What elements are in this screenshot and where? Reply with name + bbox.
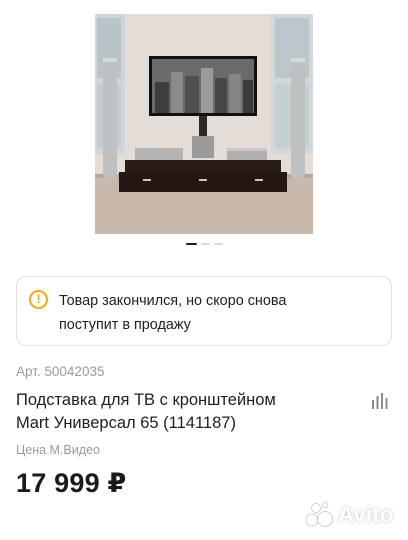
product-price: 17 999 ₽	[16, 468, 127, 498]
avito-watermark: Avito	[303, 498, 399, 532]
out-of-stock-notice: ! Товар закончился, но скоро снова посту…	[16, 276, 392, 346]
notice-text-line-1: Товар закончился, но скоро снова	[59, 293, 287, 309]
notice-text: Товар закончился, но скоро снова поступи…	[59, 289, 286, 337]
avito-logo-icon	[305, 501, 333, 527]
product-title: Подставка для ТВ с кронштейном Mart Унив…	[16, 389, 336, 435]
product-title-line-2: Mart Универсал 65 (1141187)	[16, 414, 236, 432]
product-page: ! Товар закончился, но скоро снова посту…	[0, 0, 408, 540]
price-label: Цена М.Видео	[16, 443, 100, 457]
product-title-line-1: Подставка для ТВ с кронштейном	[16, 391, 276, 409]
product-sku: Арт. 50042035	[16, 364, 105, 379]
gallery-pagination	[0, 243, 408, 245]
notice-text-line-2: поступит в продажу	[59, 317, 191, 333]
warning-icon: !	[29, 290, 48, 309]
watermark-text: Avito	[338, 502, 394, 527]
pagination-dot[interactable]	[200, 243, 210, 245]
product-photo	[95, 14, 313, 234]
product-image-gallery[interactable]	[95, 14, 313, 234]
pagination-dot-active[interactable]	[185, 243, 197, 245]
pagination-dot[interactable]	[213, 243, 223, 245]
price-stats-icon[interactable]	[371, 392, 389, 410]
